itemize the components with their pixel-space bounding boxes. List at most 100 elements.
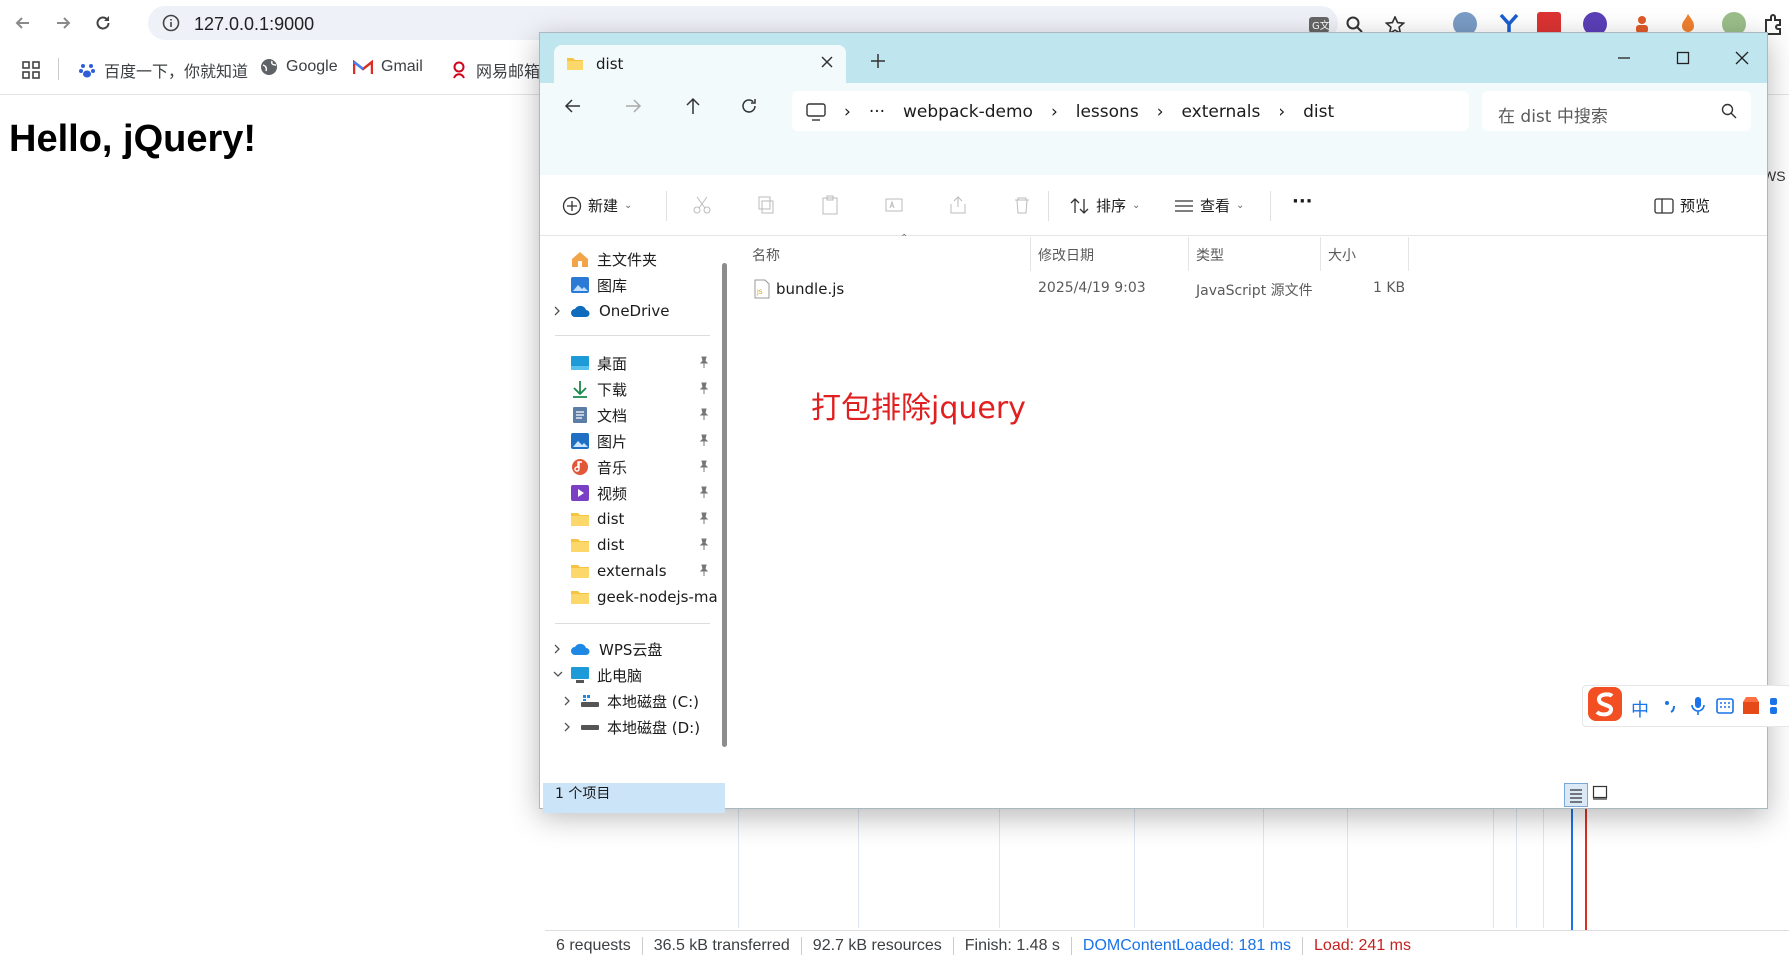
chevron-down-icon bbox=[553, 671, 563, 677]
nav-item-documents[interactable]: 文档 bbox=[570, 402, 709, 428]
bookmark-netease[interactable]: 网易邮箱 bbox=[450, 58, 540, 82]
url-text: 127.0.0.1:9000 bbox=[194, 14, 315, 34]
column-headers: 名称 ⌃ 修改日期 类型 大小 bbox=[740, 233, 1420, 271]
microphone-icon[interactable] bbox=[1691, 696, 1705, 716]
folder-icon bbox=[571, 591, 589, 604]
arrow-right-icon bbox=[57, 17, 71, 29]
nav-item-home[interactable]: 主文件夹 bbox=[570, 246, 657, 272]
new-tab-icon[interactable] bbox=[870, 53, 886, 69]
column-name[interactable]: 名称 bbox=[752, 245, 780, 265]
bookmark-google[interactable]: Google bbox=[260, 58, 338, 76]
breadcrumb-dist[interactable]: dist bbox=[1303, 102, 1334, 122]
bookmark-gmail[interactable]: Gmail bbox=[353, 58, 423, 76]
nav-item-drive-d[interactable]: 本地磁盘 (D:) bbox=[564, 714, 700, 740]
search-placeholder: 在 dist 中搜索 bbox=[1498, 107, 1608, 127]
chevron-right-icon bbox=[564, 722, 570, 732]
nav-item-videos[interactable]: 视频 bbox=[570, 480, 709, 506]
folder-icon bbox=[571, 565, 589, 578]
rename-icon[interactable] bbox=[884, 195, 904, 215]
nav-item-dist-1[interactable]: dist bbox=[570, 506, 709, 532]
navigation-pane: 主文件夹 图库 OneDrive 桌面 下载 文档 图片 音乐 视频 dist … bbox=[540, 237, 730, 813]
refresh-icon[interactable] bbox=[740, 97, 758, 115]
explorer-address-row: › ··· webpack-demo › lessons › externals… bbox=[540, 83, 1767, 175]
more-options-button[interactable]: ··· bbox=[1292, 191, 1313, 212]
copy-icon[interactable] bbox=[756, 195, 776, 215]
share-icon[interactable] bbox=[948, 195, 968, 215]
paste-icon[interactable] bbox=[820, 195, 840, 215]
status-bar: 1 个项目 bbox=[540, 775, 1767, 807]
gmail-icon bbox=[353, 59, 373, 74]
nav-item-downloads[interactable]: 下载 bbox=[570, 376, 709, 402]
forward-button[interactable] bbox=[48, 8, 78, 38]
home-icon bbox=[572, 252, 588, 267]
breadcrumb-bar[interactable]: › ··· webpack-demo › lessons › externals… bbox=[792, 91, 1469, 131]
nav-item-pictures[interactable]: 图片 bbox=[570, 428, 709, 454]
this-pc-icon[interactable] bbox=[806, 103, 826, 121]
nav-item-geek-nodejs[interactable]: geek-nodejs-ma bbox=[570, 584, 718, 610]
apps-grid-icon[interactable] bbox=[22, 61, 40, 79]
column-size[interactable]: 大小 bbox=[1328, 245, 1356, 265]
overflow-crumbs-icon[interactable]: ··· bbox=[869, 102, 885, 122]
delete-icon[interactable] bbox=[1012, 195, 1032, 215]
ime-toolbar[interactable]: 中 bbox=[1582, 685, 1789, 727]
minimize-button[interactable] bbox=[1609, 45, 1639, 71]
nav-item-gallery[interactable]: 图库 bbox=[570, 272, 627, 298]
ime-language[interactable]: 中 bbox=[1631, 696, 1649, 722]
preview-pane-button[interactable]: 预览 bbox=[1654, 195, 1710, 216]
back-arrow-icon[interactable] bbox=[564, 97, 582, 115]
pin-icon bbox=[699, 564, 709, 576]
skin-icon[interactable] bbox=[1741, 696, 1761, 716]
annotation-text: 打包排除jquery bbox=[811, 391, 1026, 426]
up-arrow-icon[interactable] bbox=[684, 97, 702, 115]
dcl-time: DOMContentLoaded: 181 ms bbox=[1072, 937, 1304, 955]
music-icon bbox=[572, 459, 588, 475]
nav-item-wps-cloud[interactable]: WPS云盘 bbox=[554, 636, 662, 662]
forward-arrow-icon[interactable] bbox=[624, 97, 642, 115]
keyboard-icon[interactable] bbox=[1716, 698, 1734, 714]
bookmark-baidu[interactable]: 百度一下，你就知道 bbox=[78, 58, 248, 82]
baidu-icon bbox=[79, 64, 95, 78]
folder-icon bbox=[567, 58, 583, 70]
details-view-button[interactable] bbox=[1564, 783, 1588, 807]
new-button[interactable]: 新建 ⌄ bbox=[562, 195, 632, 216]
column-modified[interactable]: 修改日期 bbox=[1038, 245, 1094, 265]
tiles-view-icon[interactable] bbox=[1592, 785, 1608, 801]
nav-item-dist-2[interactable]: dist bbox=[570, 532, 709, 558]
pin-icon bbox=[699, 382, 709, 394]
reload-button[interactable] bbox=[88, 8, 118, 38]
nav-item-this-pc[interactable]: 此电脑 bbox=[553, 662, 642, 688]
nav-item-music[interactable]: 音乐 bbox=[570, 454, 709, 480]
close-tab-icon[interactable] bbox=[820, 55, 834, 69]
breadcrumb-webpack-demo[interactable]: webpack-demo bbox=[903, 102, 1033, 122]
search-box[interactable]: 在 dist 中搜索 bbox=[1482, 91, 1751, 131]
view-button[interactable]: 查看 ⌄ bbox=[1174, 195, 1244, 216]
close-icon bbox=[1735, 51, 1749, 65]
nav-scrollbar[interactable] bbox=[722, 263, 727, 747]
nav-item-externals[interactable]: externals bbox=[570, 558, 709, 584]
breadcrumb-lessons[interactable]: lessons bbox=[1076, 102, 1139, 122]
back-button[interactable] bbox=[8, 8, 38, 38]
column-type[interactable]: 类型 bbox=[1196, 245, 1224, 265]
close-window-button[interactable] bbox=[1727, 45, 1757, 71]
transferred-size: 36.5 kB transferred bbox=[643, 937, 802, 955]
punctuation-icon[interactable] bbox=[1663, 698, 1679, 714]
search-icon bbox=[1721, 103, 1737, 119]
nav-item-desktop[interactable]: 桌面 bbox=[570, 350, 709, 376]
file-row[interactable]: JS bundle.js 2025/4/19 9:03 JavaScript 源… bbox=[740, 273, 1420, 305]
site-info-icon[interactable] bbox=[162, 14, 180, 32]
nav-item-drive-c[interactable]: 本地磁盘 (C:) bbox=[564, 688, 699, 714]
folder-icon bbox=[571, 539, 589, 552]
file-modified: 2025/4/19 9:03 bbox=[1038, 280, 1146, 296]
ime-more-icon[interactable] bbox=[1769, 696, 1779, 716]
chevron-right-icon: › bbox=[1278, 102, 1286, 122]
desktop-icon bbox=[571, 356, 589, 370]
breadcrumb-externals[interactable]: externals bbox=[1182, 102, 1261, 122]
maximize-button[interactable] bbox=[1668, 45, 1698, 71]
requests-count: 6 requests bbox=[545, 937, 643, 955]
cut-icon[interactable] bbox=[692, 195, 712, 215]
sort-button[interactable]: 排序 ⌄ bbox=[1070, 195, 1140, 216]
tab-dist[interactable]: dist bbox=[554, 45, 846, 83]
globe-icon bbox=[261, 59, 277, 75]
pin-icon bbox=[699, 434, 709, 446]
nav-item-onedrive[interactable]: OneDrive bbox=[554, 298, 670, 324]
